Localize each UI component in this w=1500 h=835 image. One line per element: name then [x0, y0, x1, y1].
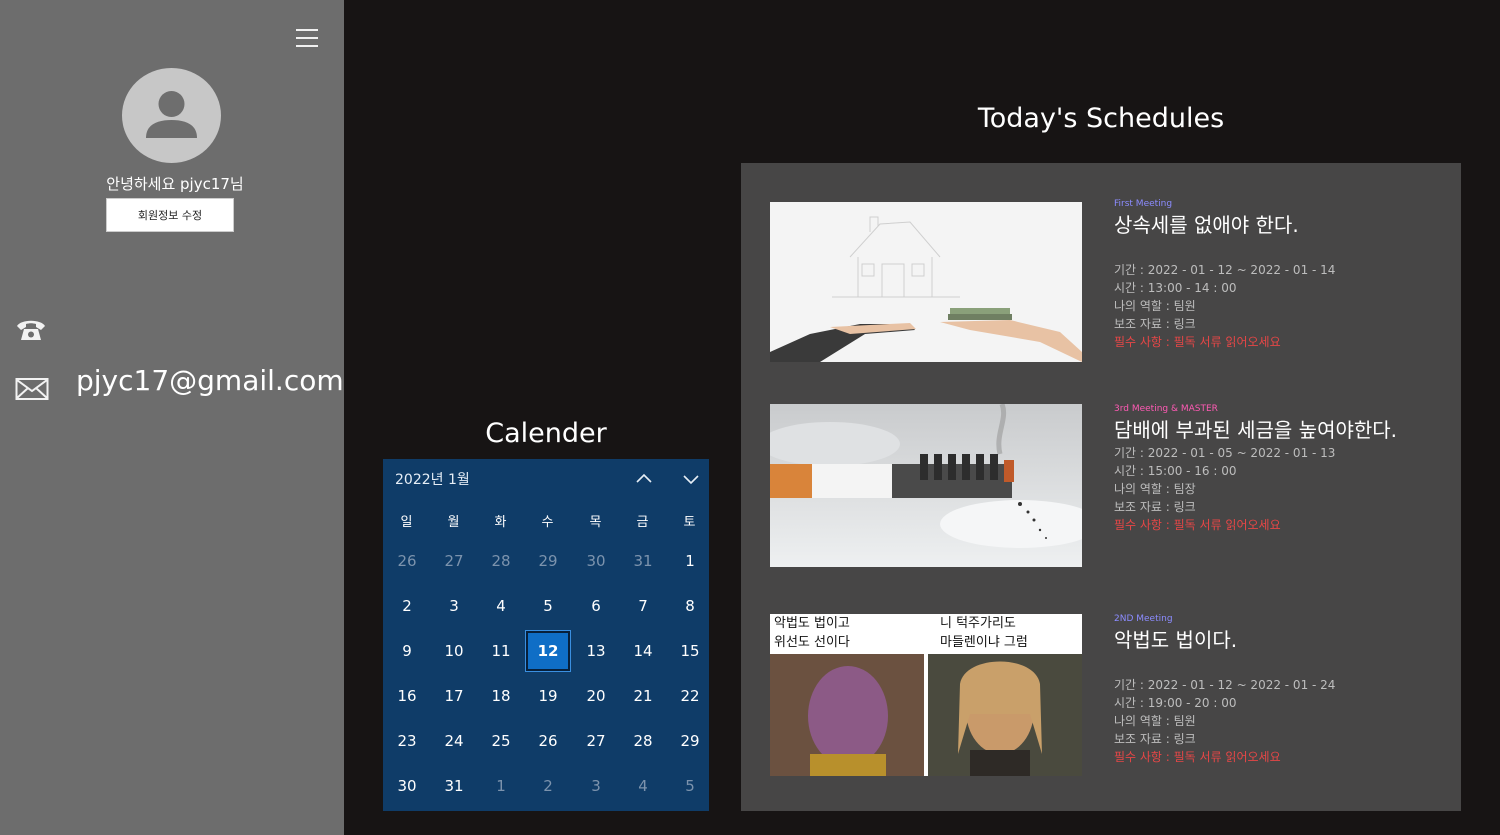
calendar-day[interactable]: 22: [668, 676, 712, 716]
calendar-day[interactable]: 31: [621, 541, 665, 581]
weekday-label: 금: [636, 515, 649, 530]
calendar-day[interactable]: 11: [479, 631, 523, 671]
schedule-heading[interactable]: 담배에 부과된 세금을 높여야한다.: [1114, 417, 1414, 444]
weekday-label: 월: [447, 515, 460, 530]
calendar-day[interactable]: 12: [525, 630, 571, 672]
schedules-title: Today's Schedules: [977, 103, 1225, 134]
calendar-day[interactable]: 31: [432, 766, 476, 806]
schedule-material[interactable]: 보조 자료 : 링크: [1114, 498, 1414, 516]
calendar-title: Calender: [485, 418, 607, 449]
meme-caption-left: 악법도 법이고 위선도 선이다: [774, 616, 850, 650]
weekday-label: 토: [683, 515, 696, 530]
schedule-role: 나의 역할 : 팀장: [1114, 482, 1196, 496]
calendar-day[interactable]: 18: [479, 676, 523, 716]
calendar-day[interactable]: 8: [668, 586, 712, 626]
calendar-day[interactable]: 23: [385, 721, 429, 761]
calendar-day[interactable]: 21: [621, 676, 665, 716]
calendar-day[interactable]: 27: [432, 541, 476, 581]
calendar-day[interactable]: 25: [479, 721, 523, 761]
calendar-day[interactable]: 17: [432, 676, 476, 716]
phone-icon: [17, 320, 45, 340]
calendar-day[interactable]: 3: [574, 766, 618, 806]
schedule-image-cigarette[interactable]: [770, 404, 1082, 567]
weekday-label: 목: [589, 515, 602, 530]
calendar-day[interactable]: 5: [668, 766, 712, 806]
weekday-label: 화: [494, 515, 507, 530]
schedule-time: 시간 : 19:00 - 20 : 00: [1114, 696, 1237, 710]
schedules-panel: First Meeting 상속세를 없애야 한다. 기간 : 2022 - 0…: [741, 163, 1461, 811]
chevron-down-icon[interactable]: [678, 467, 704, 491]
calendar-day[interactable]: 7: [621, 586, 665, 626]
schedule-heading[interactable]: 악법도 법이다.: [1114, 627, 1414, 654]
calendar-day[interactable]: 14: [621, 631, 665, 671]
schedule-image-inheritance[interactable]: [770, 202, 1082, 362]
schedule-period: 기간 : 2022 - 01 - 05 ~ 2022 - 01 - 13: [1114, 446, 1336, 460]
schedule-tag: 2ND Meeting: [1114, 614, 1173, 624]
calendar-day[interactable]: 26: [385, 541, 429, 581]
calendar-day[interactable]: 30: [574, 541, 618, 581]
schedule-required: 필수 사항 : 필독 서류 읽어오세요: [1114, 750, 1281, 764]
calendar: 2022년 1월 일 월 화 수 목 금 토 26 27 28 29 30 31 1 2 3 4 5 6 7 8 9 10 1…: [383, 459, 709, 811]
calendar-month-label[interactable]: 2022년 1월: [395, 469, 470, 489]
calendar-day[interactable]: 19: [526, 676, 570, 716]
schedule-time: 시간 : 15:00 - 16 : 00: [1114, 464, 1237, 478]
meme-caption-right: 니 턱주가리도 마들렌이냐 그럼: [940, 616, 1028, 650]
calendar-day[interactable]: 2: [526, 766, 570, 806]
calendar-day[interactable]: 9: [385, 631, 429, 671]
schedule-time: 시간 : 13:00 - 14 : 00: [1114, 281, 1237, 295]
avatar: [122, 68, 221, 163]
schedule-required: 필수 사항 : 필독 서류 읽어오세요: [1114, 518, 1281, 532]
calendar-day[interactable]: 15: [668, 631, 712, 671]
calendar-day[interactable]: 2: [385, 586, 429, 626]
calendar-day[interactable]: 28: [621, 721, 665, 761]
calendar-day[interactable]: 20: [574, 676, 618, 716]
schedule-image-meme[interactable]: 악법도 법이고 위선도 선이다 니 턱주가리도 마들렌이냐 그럼: [770, 614, 1082, 776]
calendar-day[interactable]: 3: [432, 586, 476, 626]
schedule-period: 기간 : 2022 - 01 - 12 ~ 2022 - 01 - 14: [1114, 263, 1336, 277]
schedule-role: 나의 역할 : 팀원: [1114, 714, 1196, 728]
schedule-tag: First Meeting: [1114, 199, 1173, 209]
calendar-day[interactable]: 4: [621, 766, 665, 806]
calendar-day[interactable]: 16: [385, 676, 429, 716]
calendar-day[interactable]: 29: [668, 721, 712, 761]
calendar-day[interactable]: 28: [479, 541, 523, 581]
weekday-label: 수: [541, 515, 554, 530]
schedule-period: 기간 : 2022 - 01 - 12 ~ 2022 - 01 - 24: [1114, 678, 1336, 692]
schedule-heading[interactable]: 상속세를 없애야 한다.: [1114, 212, 1414, 239]
calendar-day[interactable]: 27: [574, 721, 618, 761]
sidebar: 안녕하세요 pjyc17님 회원정보 수정 pjyc17@gmail.com: [0, 0, 344, 835]
chevron-up-icon[interactable]: [631, 467, 657, 491]
calendar-day[interactable]: 26: [526, 721, 570, 761]
weekday-label: 일: [400, 515, 413, 530]
user-silhouette-icon: [146, 91, 197, 138]
schedule-material[interactable]: 보조 자료 : 링크: [1114, 730, 1414, 748]
calendar-day[interactable]: 1: [479, 766, 523, 806]
calendar-day[interactable]: 5: [526, 586, 570, 626]
calendar-day[interactable]: 1: [668, 541, 712, 581]
calendar-day[interactable]: 24: [432, 721, 476, 761]
hamburger-menu-icon[interactable]: [296, 29, 318, 47]
calendar-day[interactable]: 4: [479, 586, 523, 626]
calendar-day[interactable]: 30: [385, 766, 429, 806]
schedule-info: First Meeting 상속세를 없애야 한다. 기간 : 2022 - 0…: [1114, 199, 1414, 351]
greeting-text: 안녕하세요 pjyc17님: [106, 175, 244, 193]
mail-icon: [15, 378, 49, 400]
calendar-day[interactable]: 10: [432, 631, 476, 671]
calendar-day[interactable]: 13: [574, 631, 618, 671]
email-address[interactable]: pjyc17@gmail.com: [76, 364, 344, 397]
schedule-role: 나의 역할 : 팀원: [1114, 299, 1196, 313]
calendar-day[interactable]: 6: [574, 586, 618, 626]
schedule-info: 3rd Meeting & MASTER 담배에 부과된 세금을 높여야한다. …: [1114, 404, 1414, 534]
schedule-required: 필수 사항 : 필독 서류 읽어오세요: [1114, 335, 1281, 349]
edit-profile-button[interactable]: 회원정보 수정: [106, 198, 234, 232]
schedule-tag: 3rd Meeting & MASTER: [1114, 404, 1218, 414]
schedule-material[interactable]: 보조 자료 : 링크: [1114, 315, 1414, 333]
calendar-day[interactable]: 29: [526, 541, 570, 581]
schedule-info: 2ND Meeting 악법도 법이다. 기간 : 2022 - 01 - 12…: [1114, 614, 1414, 766]
calendar-header: 2022년 1월: [383, 459, 709, 499]
